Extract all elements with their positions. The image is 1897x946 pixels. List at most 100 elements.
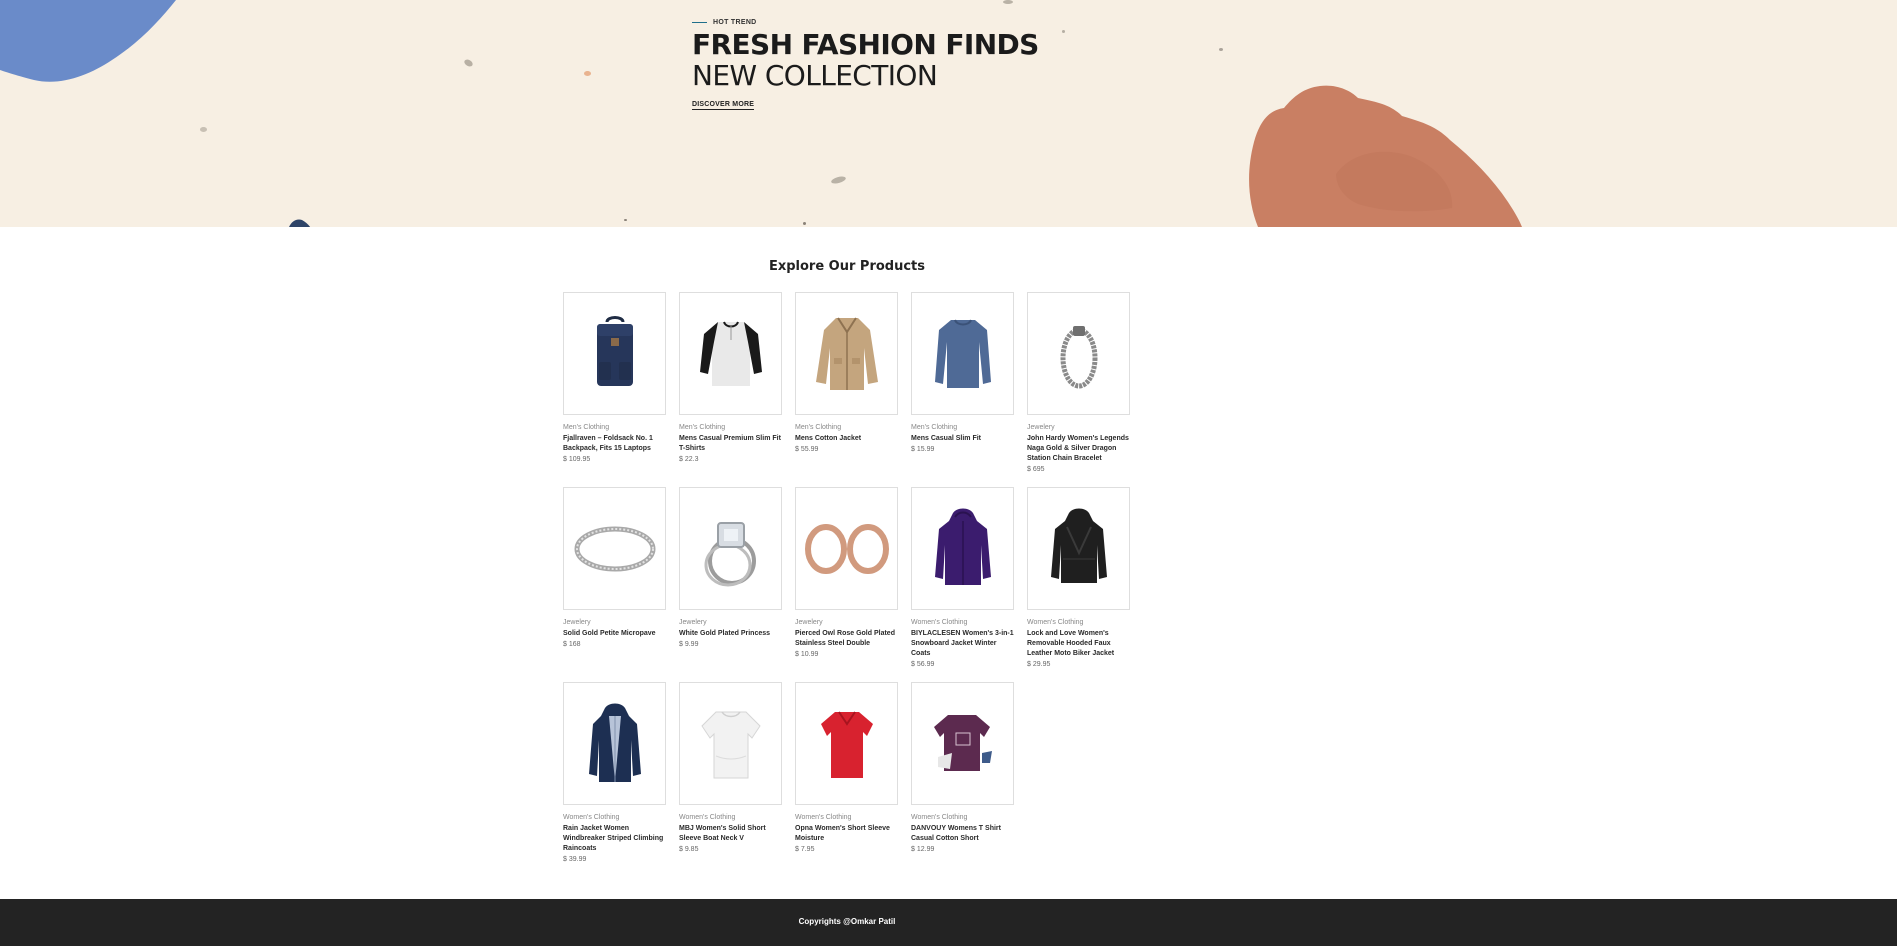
product-card[interactable]: Women's Clothing Lock and Love Women's R… [1027, 487, 1130, 669]
product-image-frame[interactable] [795, 292, 898, 415]
product-price: $ 10.99 [795, 651, 819, 658]
biker-jacket-image [1050, 508, 1107, 583]
backpack-image [596, 315, 633, 386]
product-category: Women's Clothing [911, 814, 968, 821]
product-card[interactable]: Men's Clothing Mens Cotton Jacket $ 55.9… [795, 292, 898, 454]
product-title[interactable]: Solid Gold Petite Micropave [563, 629, 666, 639]
longsleeve-shirt-image [934, 319, 991, 388]
paint-speck [830, 175, 847, 185]
product-title[interactable]: Lock and Love Women's Removable Hooded F… [1027, 629, 1130, 659]
product-category: Men's Clothing [911, 424, 958, 431]
product-category: Women's Clothing [1027, 619, 1084, 626]
accent-line [692, 21, 707, 23]
bracelet-image [1060, 325, 1097, 388]
purple-tshirt-image [933, 714, 992, 771]
product-image-frame[interactable] [679, 292, 782, 415]
product-image-frame[interactable] [911, 682, 1014, 805]
terracotta-rock-shape [1249, 85, 1522, 227]
product-category: Women's Clothing [563, 814, 620, 821]
product-image-frame[interactable] [1027, 487, 1130, 610]
product-title[interactable]: Opna Women's Short Sleeve Moisture [795, 824, 898, 844]
paint-speck [1219, 48, 1223, 51]
product-image-frame[interactable] [563, 682, 666, 805]
product-title[interactable]: BIYLACLESEN Women's 3-in-1 Snowboard Jac… [911, 629, 1014, 659]
product-price: $ 168 [563, 641, 581, 648]
product-title[interactable]: Pierced Owl Rose Gold Plated Stainless S… [795, 629, 898, 649]
product-card[interactable]: Women's Clothing MBJ Women's Solid Short… [679, 682, 782, 854]
product-category: Men's Clothing [679, 424, 726, 431]
paint-speck [463, 58, 474, 68]
product-card[interactable]: Women's Clothing Opna Women's Short Slee… [795, 682, 898, 854]
product-card[interactable]: Women's Clothing Rain Jacket Women Windb… [563, 682, 666, 864]
product-title[interactable]: MBJ Women's Solid Short Sleeve Boat Neck… [679, 824, 782, 844]
paint-speck [1003, 0, 1013, 4]
diamond-ring-image [704, 521, 756, 586]
paint-speck [200, 127, 207, 132]
hot-trend-label: HOT TREND [713, 18, 757, 26]
plugs-image [804, 523, 889, 574]
product-image-frame[interactable] [795, 682, 898, 805]
hot-trend-row: HOT TREND [692, 16, 1039, 28]
product-category: Men's Clothing [795, 424, 842, 431]
product-card[interactable]: Women's Clothing BIYLACLESEN Women's 3-i… [911, 487, 1014, 669]
product-title[interactable]: Mens Casual Slim Fit [911, 434, 1014, 444]
hero-title: FRESH FASHION FINDS [692, 28, 1039, 61]
product-image-frame[interactable] [795, 487, 898, 610]
product-title[interactable]: Mens Casual Premium Slim Fit T-Shirts [679, 434, 782, 454]
product-card[interactable]: Men's Clothing Mens Casual Premium Slim … [679, 292, 782, 464]
rain-jacket-image [588, 703, 641, 782]
product-image-frame[interactable] [1027, 292, 1130, 415]
product-category: Men's Clothing [563, 424, 610, 431]
product-title[interactable]: DANVOUY Womens T Shirt Casual Cotton Sho… [911, 824, 1014, 844]
red-tshirt-image [820, 710, 873, 778]
product-price: $ 12.99 [911, 846, 935, 853]
product-image-frame[interactable] [563, 292, 666, 415]
white-top-image [700, 711, 761, 778]
product-card[interactable]: Jewelery Pierced Owl Rose Gold Plated St… [795, 487, 898, 659]
product-image-frame[interactable] [679, 487, 782, 610]
footer: Copyrights @Omkar Patil [0, 899, 1897, 946]
product-category: Jewelery [679, 619, 707, 626]
product-price: $ 29.95 [1027, 661, 1051, 668]
product-card[interactable]: Men's Clothing Mens Casual Slim Fit $ 15… [911, 292, 1014, 454]
product-card[interactable]: Women's Clothing DANVOUY Womens T Shirt … [911, 682, 1014, 854]
product-category: Jewelery [1027, 424, 1055, 431]
product-title[interactable]: Fjallraven – Foldsack No. 1 Backpack, Fi… [563, 434, 666, 454]
product-card[interactable]: Jewelery Solid Gold Petite Micropave $ 1… [563, 487, 666, 649]
blue-paint-blob [0, 0, 176, 82]
paint-speck [584, 71, 591, 76]
product-title[interactable]: White Gold Plated Princess [679, 629, 782, 639]
paint-speck [1062, 30, 1065, 33]
product-price: $ 55.99 [795, 446, 819, 453]
product-price: $ 22.3 [679, 456, 699, 463]
raglan-tshirt-image [699, 321, 762, 386]
product-card[interactable]: Jewelery White Gold Plated Princess $ 9.… [679, 487, 782, 649]
purple-jacket-image [934, 508, 991, 585]
cotton-jacket-image [815, 316, 878, 390]
ring-band-image [574, 526, 655, 571]
navy-paint-fragment [289, 219, 311, 227]
hero-subtitle: NEW COLLECTION [692, 59, 938, 92]
discover-more-link[interactable]: DISCOVER MORE [692, 101, 755, 110]
paint-speck [803, 222, 806, 225]
product-category: Women's Clothing [911, 619, 968, 626]
product-category: Jewelery [795, 619, 823, 626]
product-title[interactable]: John Hardy Women's Legends Naga Gold & S… [1027, 434, 1130, 464]
product-price: $ 695 [1027, 466, 1045, 473]
paint-speck [624, 219, 627, 221]
product-price: $ 109.95 [563, 456, 591, 463]
product-category: Women's Clothing [795, 814, 852, 821]
product-card[interactable]: Men's Clothing Fjallraven – Foldsack No.… [563, 292, 666, 464]
product-image-frame[interactable] [679, 682, 782, 805]
product-price: $ 9.85 [679, 846, 699, 853]
product-image-frame[interactable] [563, 487, 666, 610]
product-image-frame[interactable] [911, 292, 1014, 415]
copyright-text: Copyrights @Omkar Patil [798, 917, 896, 926]
product-title[interactable]: Rain Jacket Women Windbreaker Striped Cl… [563, 824, 666, 854]
product-card[interactable]: Jewelery John Hardy Women's Legends Naga… [1027, 292, 1130, 474]
product-price: $ 7.95 [795, 846, 815, 853]
product-price: $ 39.99 [563, 856, 587, 863]
hero-banner: HOT TREND FRESH FASHION FINDS NEW COLLEC… [0, 0, 1897, 227]
product-title[interactable]: Mens Cotton Jacket [795, 434, 898, 444]
product-image-frame[interactable] [911, 487, 1014, 610]
